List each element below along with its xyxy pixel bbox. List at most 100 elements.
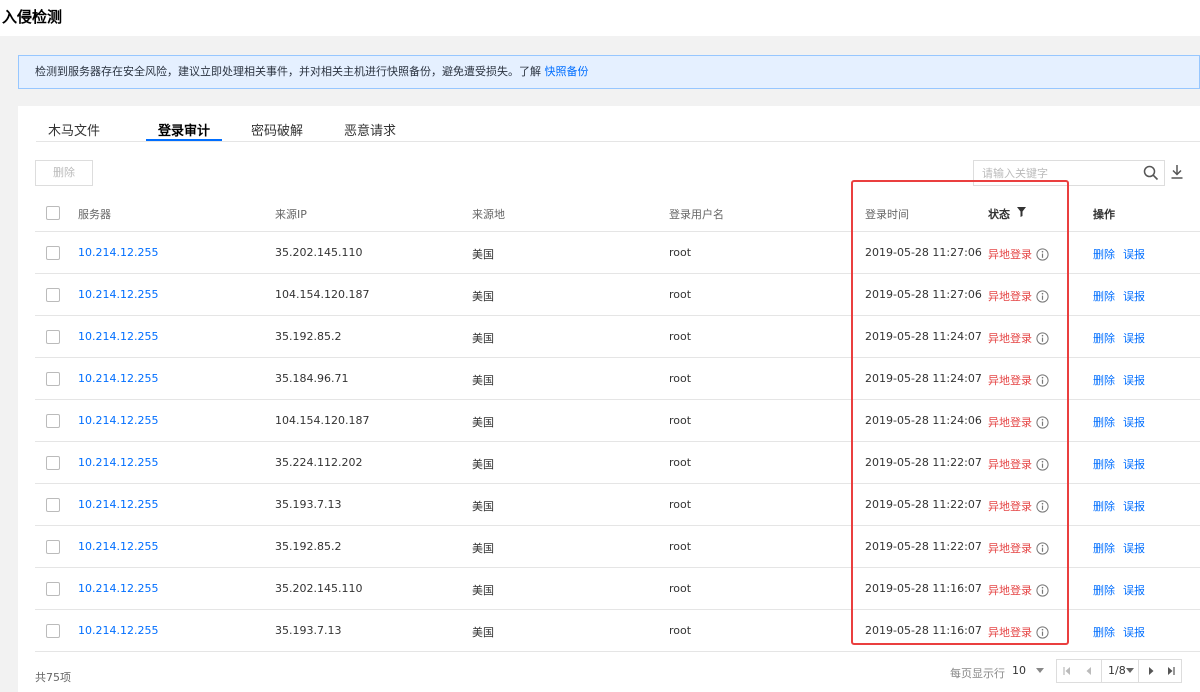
- row-checkbox[interactable]: [46, 456, 60, 470]
- source-location: 美国: [472, 500, 494, 513]
- false-positive-link[interactable]: 误报: [1123, 540, 1145, 556]
- info-icon[interactable]: [1036, 456, 1049, 471]
- row-checkbox[interactable]: [46, 330, 60, 344]
- select-all-checkbox[interactable]: [46, 206, 60, 220]
- server-link[interactable]: 10.214.12.255: [78, 414, 158, 427]
- search-input[interactable]: [974, 161, 1138, 185]
- row-checkbox[interactable]: [46, 540, 60, 554]
- delete-action-link[interactable]: 删除: [1093, 330, 1115, 346]
- false-positive-link[interactable]: 误报: [1123, 414, 1145, 430]
- chevron-down-icon: [1036, 668, 1044, 673]
- status-badge: 异地登录: [988, 626, 1032, 639]
- table-row: 10.214.12.255 35.193.7.13 美国 root 2019-05-28…: [35, 484, 1200, 526]
- last-page-icon[interactable]: [1161, 660, 1181, 682]
- delete-action-link[interactable]: 删除: [1093, 624, 1115, 640]
- server-link[interactable]: 10.214.12.255: [78, 498, 158, 511]
- row-checkbox[interactable]: [46, 498, 60, 512]
- false-positive-link[interactable]: 误报: [1123, 456, 1145, 472]
- filter-icon[interactable]: [1017, 207, 1026, 217]
- page-title: 入侵检测: [2, 8, 63, 26]
- row-checkbox[interactable]: [46, 414, 60, 428]
- delete-action-link[interactable]: 删除: [1093, 288, 1115, 304]
- server-link[interactable]: 10.214.12.255: [78, 582, 158, 595]
- login-user: root: [669, 288, 692, 301]
- login-user: root: [669, 498, 692, 511]
- info-icon[interactable]: [1036, 288, 1049, 303]
- current-page: 1/8: [1108, 664, 1126, 677]
- server-link[interactable]: 10.214.12.255: [78, 540, 158, 553]
- source-location: 美国: [472, 374, 494, 387]
- table-row: 10.214.12.255 35.202.145.110 美国 root 2019-05…: [35, 232, 1200, 274]
- source-ip: 35.193.7.13: [275, 498, 342, 511]
- delete-button[interactable]: 删除: [35, 160, 93, 186]
- delete-action-link[interactable]: 删除: [1093, 246, 1115, 262]
- row-checkbox[interactable]: [46, 624, 60, 638]
- server-link[interactable]: 10.214.12.255: [78, 624, 158, 637]
- server-link[interactable]: 10.214.12.255: [78, 372, 158, 385]
- false-positive-link[interactable]: 误报: [1123, 624, 1145, 640]
- info-icon[interactable]: [1036, 372, 1049, 387]
- info-icon[interactable]: [1036, 330, 1049, 345]
- delete-action-link[interactable]: 删除: [1093, 582, 1115, 598]
- login-time: 2019-05-28 11:27:06: [865, 246, 982, 259]
- source-location: 美国: [472, 626, 494, 639]
- chevron-down-icon: [1126, 668, 1134, 673]
- info-icon[interactable]: [1036, 582, 1049, 597]
- false-positive-link[interactable]: 误报: [1123, 246, 1145, 262]
- info-icon[interactable]: [1036, 624, 1049, 639]
- delete-action-link[interactable]: 删除: [1093, 540, 1115, 556]
- row-checkbox[interactable]: [46, 582, 60, 596]
- snapshot-backup-link[interactable]: 快照备份: [545, 65, 589, 78]
- info-icon[interactable]: [1036, 414, 1049, 429]
- source-location: 美国: [472, 542, 494, 555]
- table-row: 10.214.12.255 35.184.96.71 美国 root 2019-05-2…: [35, 358, 1200, 400]
- tab-password-cracking[interactable]: 密码破解: [251, 120, 303, 139]
- download-icon[interactable]: [1170, 164, 1184, 180]
- notice-text: 检测到服务器存在安全风险，建议立即处理相关事件，并对相关主机进行快照备份，避免遭…: [35, 65, 545, 78]
- table-row: 10.214.12.255 104.154.120.187 美国 root 2019-0…: [35, 274, 1200, 316]
- table-row: 10.214.12.255 35.192.85.2 美国 root 2019-05-28…: [35, 316, 1200, 358]
- tab-trojan-files[interactable]: 木马文件: [48, 120, 100, 139]
- false-positive-link[interactable]: 误报: [1123, 288, 1145, 304]
- source-ip: 104.154.120.187: [275, 414, 370, 427]
- risk-notice: 检测到服务器存在安全风险，建议立即处理相关事件，并对相关主机进行快照备份，避免遭…: [18, 55, 1200, 89]
- delete-action-link[interactable]: 删除: [1093, 498, 1115, 514]
- server-link[interactable]: 10.214.12.255: [78, 330, 158, 343]
- column-header-login-time: 登录时间: [865, 208, 909, 221]
- server-link[interactable]: 10.214.12.255: [78, 246, 158, 259]
- row-checkbox[interactable]: [46, 288, 60, 302]
- login-time: 2019-05-28 11:24:07: [865, 372, 982, 385]
- false-positive-link[interactable]: 误报: [1123, 498, 1145, 514]
- first-page-icon[interactable]: [1057, 660, 1077, 682]
- login-time: 2019-05-28 11:27:06: [865, 288, 982, 301]
- false-positive-link[interactable]: 误报: [1123, 372, 1145, 388]
- false-positive-link[interactable]: 误报: [1123, 330, 1145, 346]
- server-link[interactable]: 10.214.12.255: [78, 456, 158, 469]
- login-time: 2019-05-28 11:24:06: [865, 414, 982, 427]
- tab-malicious-requests[interactable]: 恶意请求: [344, 120, 396, 139]
- info-icon[interactable]: [1036, 540, 1049, 555]
- column-header-status: 状态: [988, 208, 1010, 221]
- delete-action-link[interactable]: 删除: [1093, 456, 1115, 472]
- page-size-select[interactable]: 10: [1012, 659, 1046, 683]
- source-ip: 35.184.96.71: [275, 372, 349, 385]
- login-time: 2019-05-28 11:16:07: [865, 582, 982, 595]
- info-icon[interactable]: [1036, 246, 1049, 261]
- delete-action-link[interactable]: 删除: [1093, 372, 1115, 388]
- info-icon[interactable]: [1036, 498, 1049, 513]
- delete-action-link[interactable]: 删除: [1093, 414, 1115, 430]
- page-select[interactable]: 1/8: [1101, 660, 1139, 682]
- status-badge: 异地登录: [988, 458, 1032, 471]
- next-page-icon[interactable]: [1141, 660, 1161, 682]
- tab-login-audit[interactable]: 登录审计: [158, 120, 210, 139]
- main-card: 木马文件 登录审计 密码破解 恶意请求 删除 服务器 来源IP 来源地 登录用户…: [18, 106, 1200, 692]
- row-checkbox[interactable]: [46, 372, 60, 386]
- false-positive-link[interactable]: 误报: [1123, 582, 1145, 598]
- table-row: 10.214.12.255 35.193.7.13 美国 root 2019-05-28…: [35, 610, 1200, 652]
- login-time: 2019-05-28 11:16:07: [865, 624, 982, 637]
- source-ip: 35.202.145.110: [275, 246, 363, 259]
- row-checkbox[interactable]: [46, 246, 60, 260]
- server-link[interactable]: 10.214.12.255: [78, 288, 158, 301]
- search-icon[interactable]: [1143, 165, 1159, 181]
- prev-page-icon[interactable]: [1079, 660, 1099, 682]
